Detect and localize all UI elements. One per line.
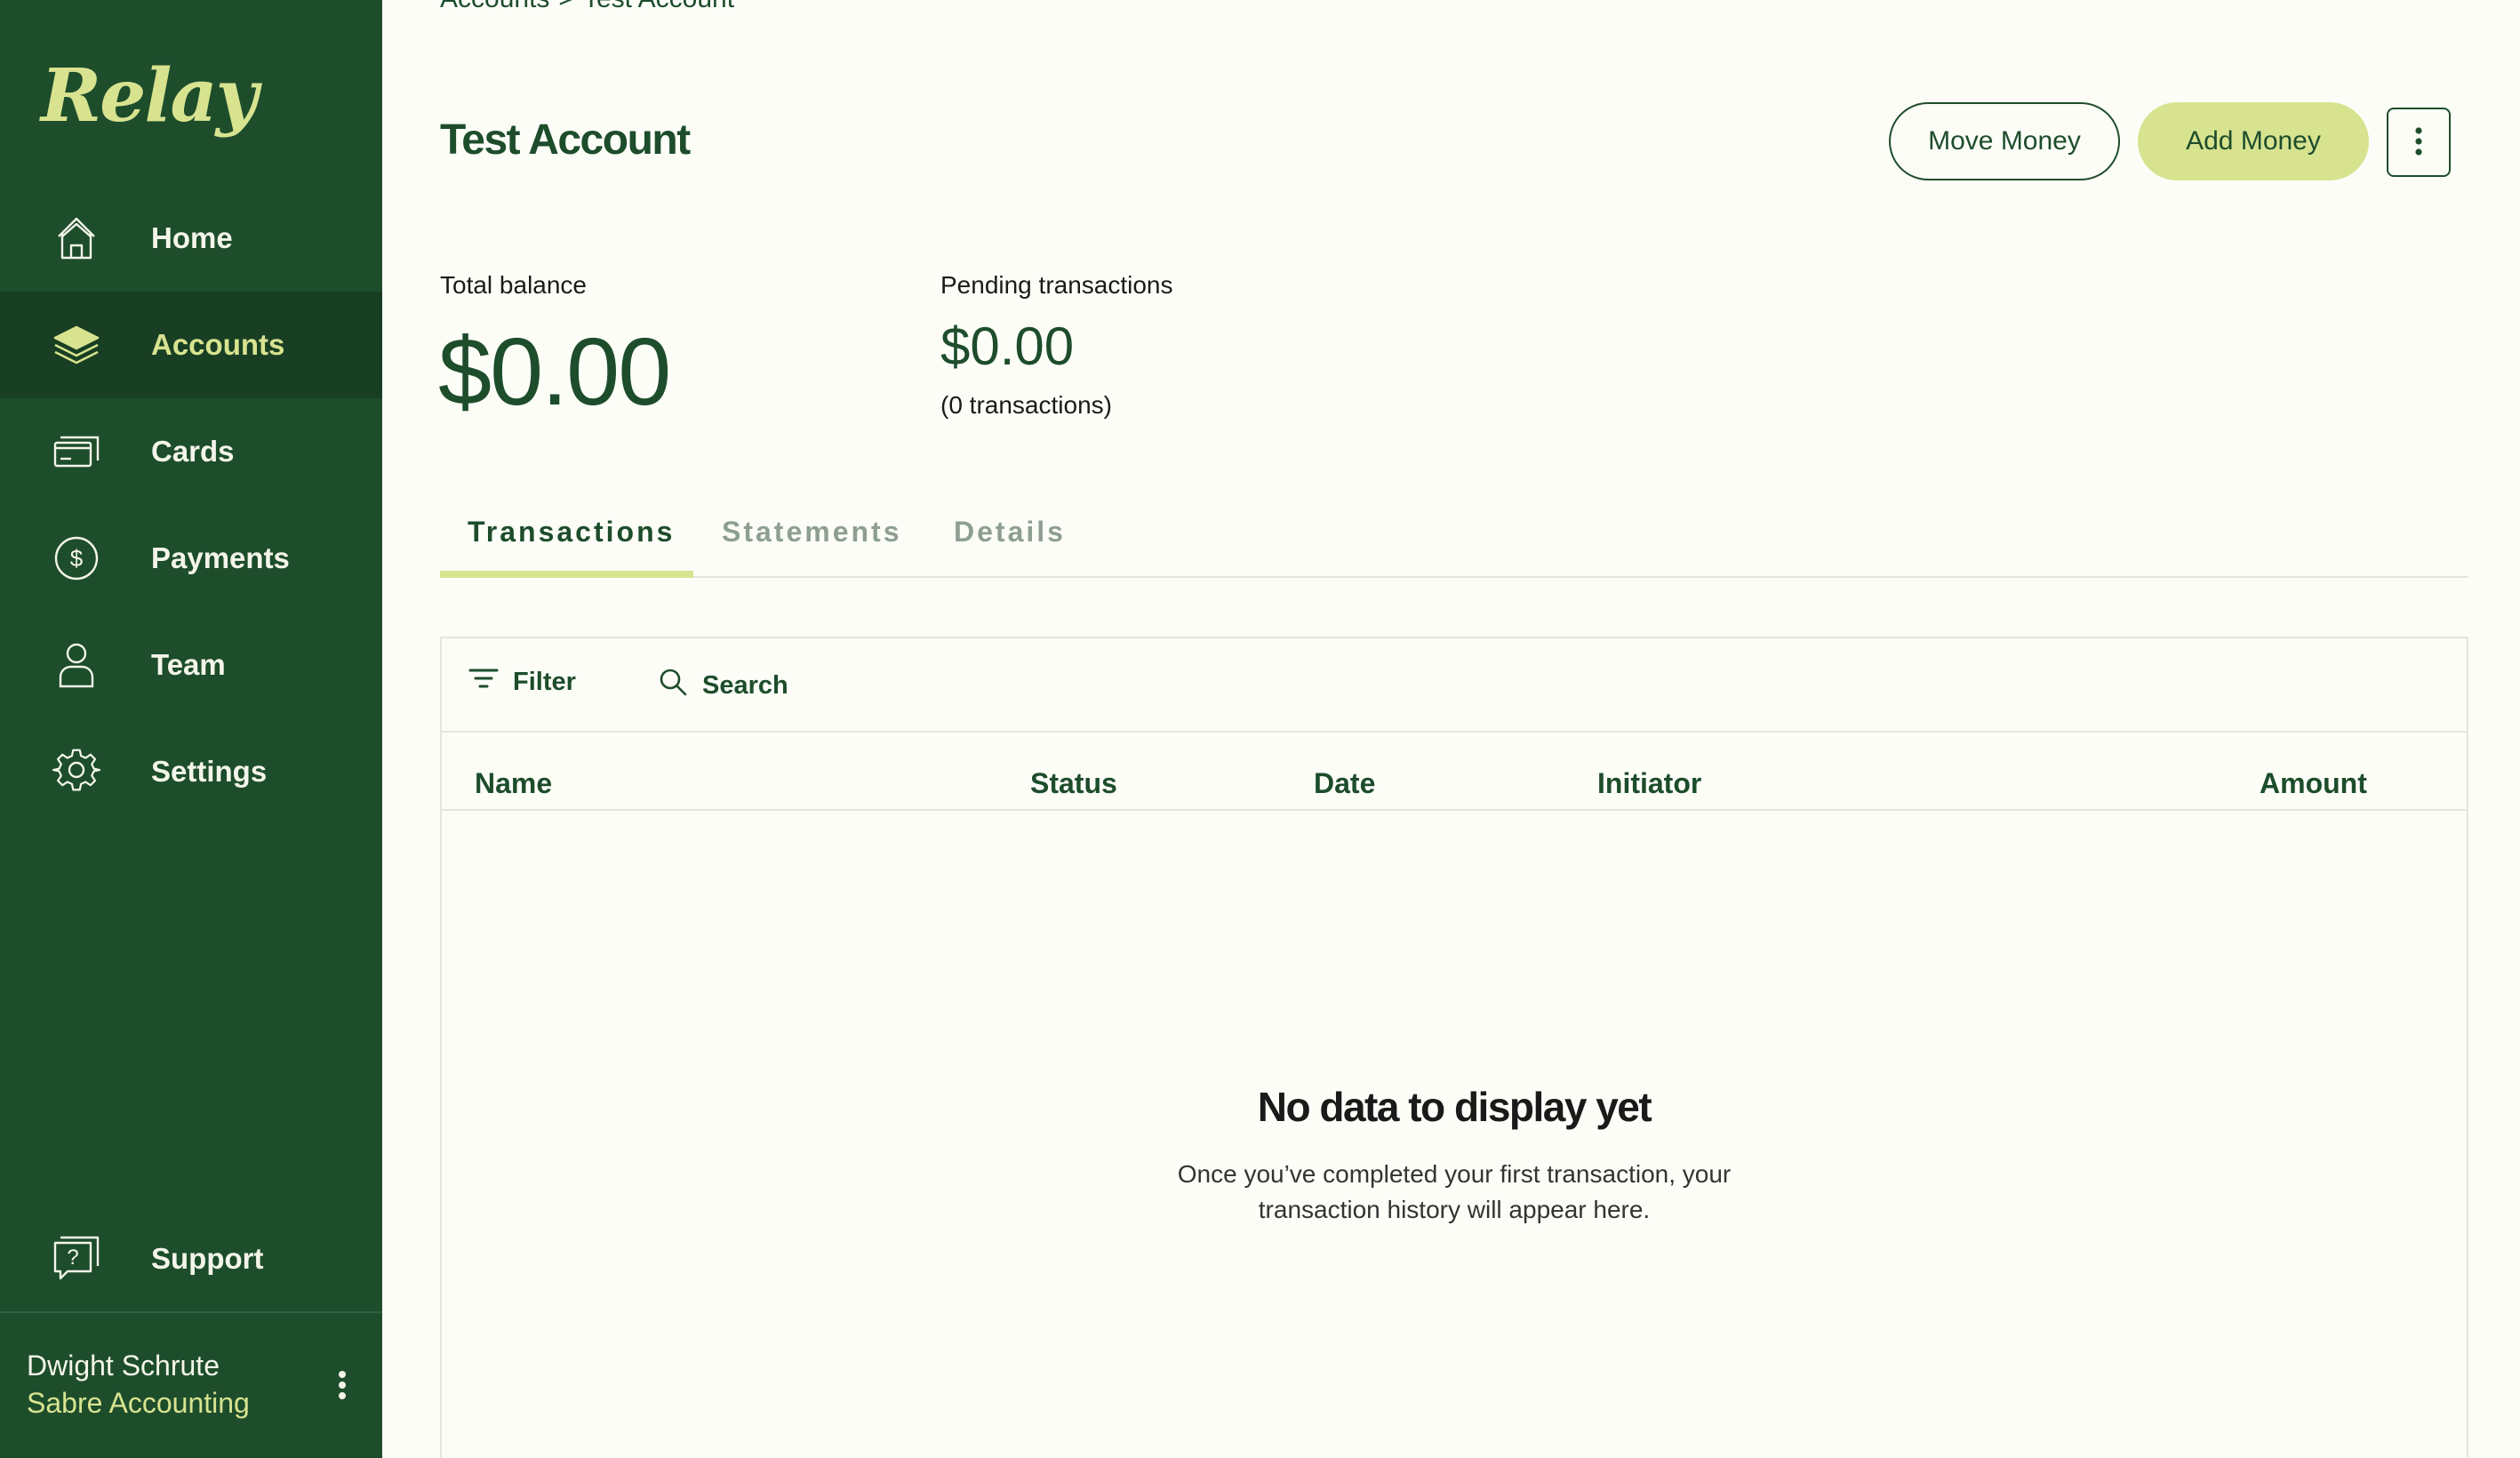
gear-icon: [52, 747, 101, 797]
breadcrumb-current: Test Account: [583, 0, 734, 13]
user-menu-icon[interactable]: [329, 1367, 356, 1403]
sidebar-item-label: Cards: [151, 435, 235, 468]
table-header-divider: [442, 809, 2467, 811]
sidebar-item-label: Accounts: [151, 328, 285, 361]
pending-transactions-value: $0.00: [940, 316, 1075, 376]
search-icon: [658, 667, 702, 704]
pending-transactions-count: (0 transactions): [940, 391, 1112, 419]
add-money-button[interactable]: Add Money: [2138, 102, 2369, 180]
sidebar-item-label: Settings: [151, 755, 268, 788]
help-icon: ?: [52, 1234, 101, 1284]
total-balance-label: Total balance: [440, 271, 588, 299]
transactions-table: Filter Search Name Status Date Initiator…: [440, 637, 2468, 1458]
filter-label: Filter: [513, 667, 576, 696]
tab-statements[interactable]: Statements: [722, 516, 902, 549]
filter-icon: [468, 667, 513, 697]
column-header-amount[interactable]: Amount: [2260, 767, 2367, 800]
sidebar-item-label: Payments: [151, 541, 290, 574]
sidebar-divider: [0, 1311, 382, 1313]
sidebar-item-home[interactable]: Home: [0, 185, 382, 292]
sidebar-item-settings[interactable]: Settings: [0, 718, 382, 825]
sidebar-item-payments[interactable]: $ Payments: [0, 505, 382, 612]
active-tab-indicator: [440, 571, 693, 578]
user-name: Dwight Schrute: [27, 1350, 220, 1382]
column-header-initiator[interactable]: Initiator: [1597, 767, 1701, 800]
empty-state-title: No data to display yet: [1257, 1084, 1652, 1130]
user-organization: Sabre Accounting: [27, 1387, 250, 1419]
sidebar-item-label: Team: [151, 648, 226, 681]
more-options-button[interactable]: [2387, 108, 2451, 177]
tabs-divider: [440, 576, 2468, 578]
tab-details[interactable]: Details: [954, 516, 1066, 549]
breadcrumb-parent-link[interactable]: Accounts: [440, 0, 549, 13]
filter-button[interactable]: Filter: [468, 667, 576, 697]
sidebar-item-cards[interactable]: Cards: [0, 398, 382, 505]
svg-text:?: ?: [67, 1246, 78, 1270]
sidebar-item-label: Support: [151, 1242, 264, 1275]
pending-transactions-label: Pending transactions: [940, 271, 1173, 299]
sidebar-item-label: Home: [151, 221, 233, 254]
vertical-dots-icon: [2410, 124, 2428, 162]
search-button[interactable]: Search: [658, 667, 788, 704]
breadcrumb-separator: >: [558, 0, 574, 13]
cards-icon: [52, 427, 101, 477]
sidebar-item-team[interactable]: Team: [0, 612, 382, 718]
toolbar-divider: [442, 731, 2467, 733]
move-money-button[interactable]: Move Money: [1889, 102, 2120, 180]
column-header-name[interactable]: Name: [475, 767, 552, 800]
tab-transactions[interactable]: Transactions: [468, 516, 675, 549]
dollar-circle-icon: $: [52, 533, 101, 583]
breadcrumb: Accounts > Test Account: [440, 0, 734, 14]
home-icon: [52, 213, 101, 263]
sidebar-item-accounts[interactable]: Accounts: [0, 292, 382, 398]
relay-logo[interactable]: Relay: [41, 53, 258, 139]
search-label: Search: [702, 670, 788, 700]
svg-text:$: $: [70, 545, 84, 572]
column-header-date[interactable]: Date: [1314, 767, 1375, 800]
empty-state-line: Once you’ve completed your first transac…: [1177, 1160, 1732, 1188]
column-header-status[interactable]: Status: [1030, 767, 1117, 800]
total-balance-value: $0.00: [438, 317, 671, 425]
sidebar: Relay Home Accounts Cards $ Payments Tea…: [0, 0, 382, 1458]
empty-state-line: transaction history will appear here.: [1258, 1196, 1651, 1223]
sidebar-item-support[interactable]: ? Support: [0, 1206, 382, 1312]
page-title: Test Account: [440, 116, 691, 164]
layers-icon: [52, 320, 101, 370]
person-icon: [52, 640, 101, 690]
empty-state-message: Once you’ve completed your first transac…: [442, 1157, 2467, 1228]
